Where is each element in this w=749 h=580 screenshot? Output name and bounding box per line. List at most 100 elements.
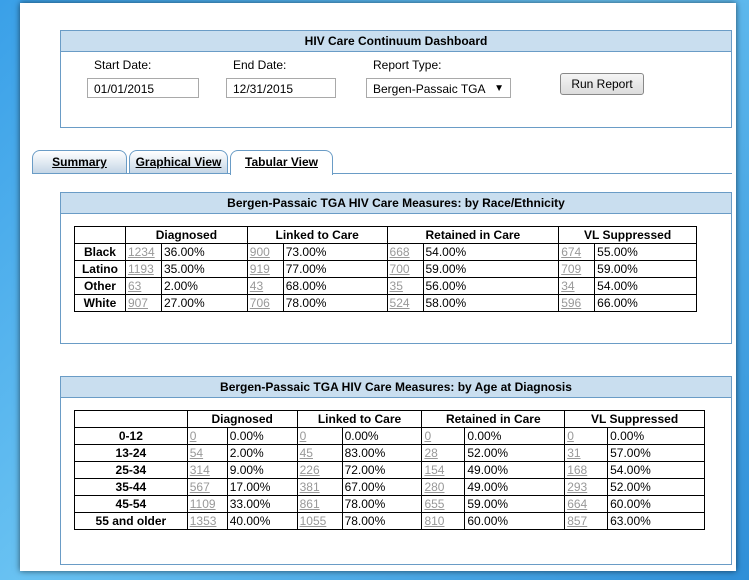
row-label: Latino [74,260,126,278]
diagnosed-count-link[interactable]: 54 [190,446,203,460]
retained-pct-cell: 56.00% [422,277,560,295]
retained-count-cell: 810 [421,512,466,530]
retained-count-link[interactable]: 700 [390,262,410,276]
diagnosed-count-cell: 567 [186,478,228,496]
linked-count-link[interactable]: 226 [300,463,320,477]
retained-pct-cell: 0.00% [464,427,566,445]
vl-pct-cell: 54.00% [607,461,705,479]
diagnosed-count-link[interactable]: 314 [190,463,210,477]
diagnosed-pct-cell: 2.00% [160,277,248,295]
retained-count-link[interactable]: 668 [390,245,410,259]
tab-tabular-view[interactable]: Tabular View [230,150,333,175]
col-header-vl: VL Suppressed [558,226,697,244]
retained-count-link[interactable]: 28 [424,446,437,460]
vl-count-cell: 709 [558,260,596,278]
retained-count-cell: 668 [386,243,424,261]
tab-summary[interactable]: Summary [32,150,127,173]
retained-count-cell: 655 [421,495,466,513]
linked-count-link[interactable]: 900 [250,245,270,259]
report-type-value: Bergen-Passaic TGA [373,82,486,96]
diagnosed-pct-cell: 36.00% [160,243,248,261]
linked-count-link[interactable]: 919 [250,262,270,276]
dashboard-panel: HIV Care Continuum Dashboard Start Date:… [20,3,736,571]
linked-pct-cell: 73.00% [282,243,388,261]
diagnosed-pct-cell: 40.00% [226,512,298,530]
retained-count-cell: 700 [386,260,424,278]
linked-count-link[interactable]: 1055 [300,514,327,528]
race-table-box: Bergen-Passaic TGA HIV Care Measures: by… [60,192,732,344]
linked-count-link[interactable]: 706 [250,296,270,310]
vl-count-link[interactable]: 664 [567,497,587,511]
diagnosed-count-cell: 1234 [124,243,162,261]
col-header-retained: Retained in Care [421,410,566,428]
vl-count-cell: 293 [564,478,609,496]
tabs-divider [32,173,732,174]
end-date-label: End Date: [233,58,287,72]
diagnosed-count-link[interactable]: 63 [128,279,141,293]
retained-pct-cell: 49.00% [464,478,566,496]
diagnosed-count-link[interactable]: 1353 [190,514,217,528]
table-row: 55 and older 1353 40.00% 1055 78.00% 810 60.00… [74,512,705,530]
vl-count-link[interactable]: 709 [561,262,581,276]
vl-count-link[interactable]: 0 [567,429,574,443]
corner-cell [74,226,126,244]
vl-count-link[interactable]: 168 [567,463,587,477]
col-header-diagnosed: Diagnosed [124,226,248,244]
retained-count-link[interactable]: 154 [424,463,444,477]
run-report-button[interactable]: Run Report [560,73,644,95]
retained-count-cell: 280 [421,478,466,496]
retained-count-link[interactable]: 35 [390,279,403,293]
vl-count-link[interactable]: 293 [567,480,587,494]
diagnosed-count-cell: 1109 [186,495,228,513]
report-type-select[interactable]: Bergen-Passaic TGA ▼ [366,78,511,98]
linked-count-link[interactable]: 43 [250,279,263,293]
age-table-title: Bergen-Passaic TGA HIV Care Measures: by… [61,377,731,398]
retained-count-link[interactable]: 655 [424,497,444,511]
linked-count-cell: 706 [246,294,284,312]
table-row: 45-54 1109 33.00% 861 78.00% 655 59.00% 664 60.0… [74,495,705,513]
table-row: 25-34 314 9.00% 226 72.00% 154 49.00% 168 54.00% [74,461,705,479]
retained-pct-cell: 52.00% [464,444,566,462]
diagnosed-count-link[interactable]: 0 [190,429,197,443]
linked-count-link[interactable]: 381 [300,480,320,494]
retained-count-link[interactable]: 0 [424,429,431,443]
diagnosed-count-cell: 1353 [186,512,228,530]
diagnosed-count-cell: 54 [186,444,228,462]
linked-count-cell: 43 [246,277,284,295]
linked-pct-cell: 78.00% [282,294,388,312]
end-date-input[interactable]: 12/31/2015 [226,78,336,98]
diagnosed-count-link[interactable]: 907 [128,296,148,310]
col-header-linked: Linked to Care [246,226,388,244]
table-row: 0-12 0 0.00% 0 0.00% 0 0.00% 0 0.00% [74,427,705,445]
retained-count-link[interactable]: 280 [424,480,444,494]
linked-count-link[interactable]: 45 [300,446,313,460]
vl-count-link[interactable]: 857 [567,514,587,528]
vl-count-link[interactable]: 34 [561,279,574,293]
vl-count-link[interactable]: 31 [567,446,580,460]
diagnosed-count-link[interactable]: 1109 [190,497,216,511]
table-row: 13-24 54 2.00% 45 83.00% 28 52.00% 31 57.00% [74,444,705,462]
start-date-input[interactable]: 01/01/2015 [87,78,199,98]
vl-pct-cell: 63.00% [607,512,705,530]
linked-count-link[interactable]: 861 [300,497,320,511]
diagnosed-pct-cell: 9.00% [226,461,298,479]
linked-count-link[interactable]: 0 [300,429,307,443]
retained-count-link[interactable]: 810 [424,514,444,528]
vl-count-cell: 596 [558,294,596,312]
vl-pct-cell: 55.00% [594,243,697,261]
vl-pct-cell: 52.00% [607,478,705,496]
linked-count-cell: 226 [296,461,343,479]
table-row: Other 63 2.00% 43 68.00% 35 56.00% 34 54.00% [74,277,697,295]
vl-count-link[interactable]: 674 [561,245,581,259]
retained-count-cell: 524 [386,294,424,312]
vl-count-link[interactable]: 596 [561,296,581,310]
vl-pct-cell: 66.00% [594,294,697,312]
diagnosed-count-link[interactable]: 1193 [128,262,154,276]
retained-count-link[interactable]: 524 [390,296,410,310]
tab-graphical-view[interactable]: Graphical View [129,150,228,173]
diagnosed-count-cell: 314 [186,461,228,479]
diagnosed-count-link[interactable]: 567 [190,480,210,494]
corner-cell [74,410,188,428]
diagnosed-count-link[interactable]: 1234 [128,245,155,259]
retained-pct-cell: 60.00% [464,512,566,530]
